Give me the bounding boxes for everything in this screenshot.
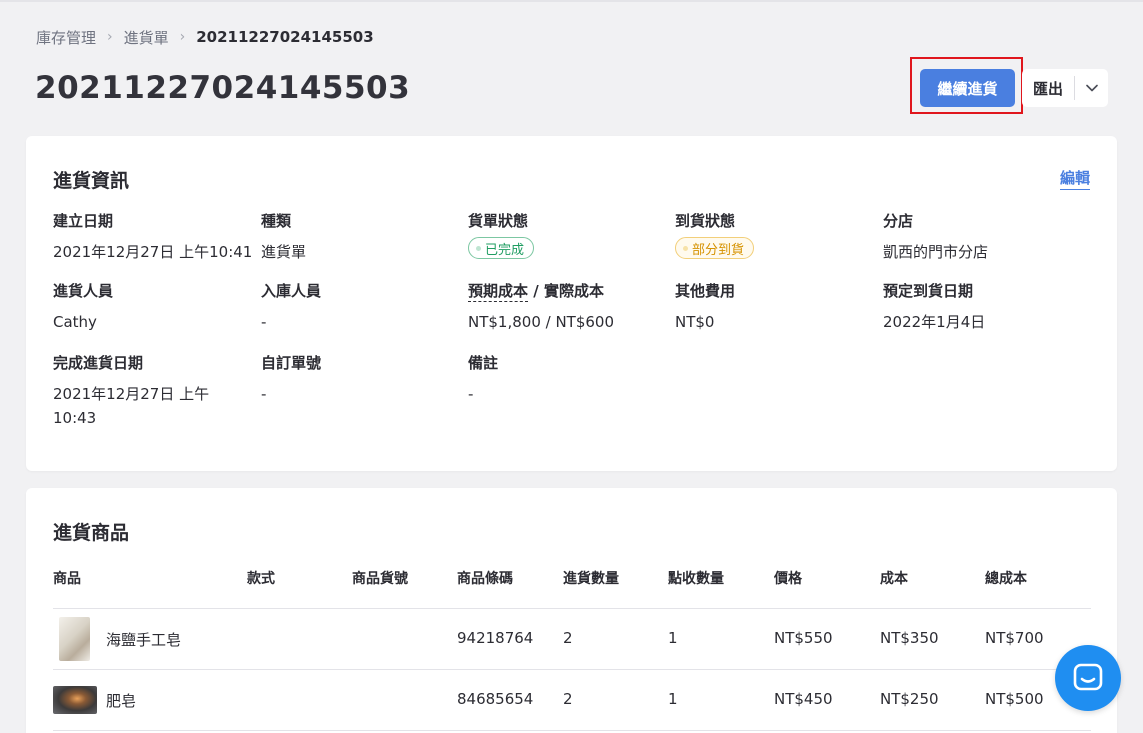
cost-value: NT$1,800 / NT$600 [468,313,615,331]
branch-value: 凱西的門市分店 [883,243,989,261]
field-cost: 預期成本 / 實際成本 NT$1,800 / NT$600 [468,281,668,334]
purchase-info-card: 進貨資訊 編輯 建立日期 2021年12月27日 上午10:41 種類 進貨單 … [26,136,1117,471]
product-received: 1 [668,690,678,708]
col-qty: 進貨數量 [563,571,619,587]
status-badge-partial: 部分到貨 [675,237,755,259]
product-barcode: 84685654 [457,690,534,708]
actual-cost-label: 實際成本 [543,282,604,300]
field-order-status: 貨單狀態 已完成 [468,211,668,259]
product-total: NT$500 [985,690,1044,708]
product-name[interactable]: 肥皂 [106,690,136,711]
field-arrival-status: 到貨狀態 部分到貨 [675,211,875,259]
col-product: 商品 [53,571,81,587]
field-branch: 分店 凱西的門市分店 [883,211,1083,264]
purchase-info-title: 進貨資訊 [53,170,130,192]
status-badge-text: 已完成 [485,242,525,258]
other-fee-value: NT$0 [675,313,715,331]
table-row[interactable]: 海鹽手工皂 94218764 2 1 NT$550 NT$350 NT$700 [53,609,1091,670]
chat-icon [1073,663,1103,691]
product-thumbnail [59,617,90,661]
col-price: 價格 [774,571,802,587]
product-price: NT$450 [774,690,833,708]
col-sku: 商品貨號 [352,571,408,587]
col-variant: 款式 [247,571,275,587]
chevron-down-icon [1085,84,1098,92]
status-badge-done: 已完成 [468,237,535,259]
export-dropdown-toggle[interactable] [1075,69,1108,107]
completed-date-value: 2021年12月27日 上午 10:43 [53,385,210,427]
edit-link[interactable]: 編輯 [1059,167,1090,190]
export-button[interactable]: 匯出 [1022,69,1074,107]
product-received: 1 [668,629,678,647]
field-receiver: 入庫人員 - [261,281,461,334]
custom-no-label: 自訂單號 [261,354,322,372]
type-label: 種類 [261,212,292,230]
product-cost: NT$250 [880,690,939,708]
product-cost: NT$350 [880,629,939,647]
product-name[interactable]: 海鹽手工皂 [106,629,181,650]
breadcrumb-current: 20211227024145503 [196,28,374,46]
eta-value: 2022年1月4日 [883,313,986,331]
purchaser-label: 進貨人員 [53,282,114,300]
chevron-right-icon: › [179,29,186,45]
purchaser-value: Cathy [53,313,97,331]
page-title: 20211227024145503 [35,70,411,106]
status-dot-icon [476,245,481,251]
top-border [0,0,1143,2]
field-type: 種類 進貨單 [261,211,461,264]
table-header: 商品 款式 商品貨號 商品條碼 進貨數量 點收數量 價格 成本 總成本 [53,568,1091,609]
receiver-label: 入庫人員 [261,282,322,300]
cost-label: 預期成本 / 實際成本 [468,281,668,302]
status-dot-icon [683,245,688,251]
custom-no-value: - [261,385,267,403]
export-button-group: 匯出 [1022,69,1108,107]
chevron-right-icon: › [107,29,113,45]
arrival-status-label: 到貨狀態 [675,212,736,230]
created-date-value: 2021年12月27日 上午10:41 [53,243,253,261]
col-cost: 成本 [880,571,908,587]
note-value: - [468,385,474,403]
product-thumbnail [53,686,97,714]
col-barcode: 商品條碼 [457,571,513,587]
breadcrumb: 庫存管理 › 進貨單 › 20211227024145503 [36,27,374,47]
field-other-fee: 其他費用 NT$0 [675,281,875,334]
purchase-products-card: 進貨商品 商品 款式 商品貨號 商品條碼 進貨數量 點收數量 價格 成本 總成本… [26,488,1117,733]
purchase-products-title: 進貨商品 [53,522,130,544]
field-purchaser: 進貨人員 Cathy [53,281,253,334]
field-created-date: 建立日期 2021年12月27日 上午10:41 [53,211,253,264]
created-date-label: 建立日期 [53,212,114,230]
product-barcode: 94218764 [457,629,534,647]
other-fee-label: 其他費用 [675,282,736,300]
receiver-value: - [261,313,267,331]
status-badge-text: 部分到貨 [692,242,745,258]
table-row[interactable]: 肥皂 84685654 2 1 NT$450 NT$250 NT$500 [53,670,1091,731]
field-eta: 預定到貨日期 2022年1月4日 [883,281,1083,334]
product-price: NT$550 [774,629,833,647]
breadcrumb-purchase-orders[interactable]: 進貨單 [124,27,169,48]
note-label: 備註 [468,354,499,372]
breadcrumb-inventory[interactable]: 庫存管理 [36,27,96,48]
product-qty: 2 [563,690,573,708]
eta-label: 預定到貨日期 [883,282,974,300]
expected-cost-label[interactable]: 預期成本 [468,282,529,302]
field-note: 備註 - [468,353,668,406]
col-total: 總成本 [985,571,1027,587]
type-value: 進貨單 [261,243,307,261]
chat-launcher-button[interactable] [1055,645,1121,711]
branch-label: 分店 [883,212,914,230]
order-status-label: 貨單狀態 [468,212,529,230]
field-completed-date: 完成進貨日期 2021年12月27日 上午 10:43 [53,353,213,430]
col-received: 點收數量 [668,571,724,587]
product-qty: 2 [563,629,573,647]
continue-receiving-button[interactable]: 繼續進貨 [920,69,1015,107]
completed-date-label: 完成進貨日期 [53,354,144,372]
field-custom-no: 自訂單號 - [261,353,461,406]
product-total: NT$700 [985,629,1044,647]
cost-label-separator: / [528,282,544,300]
